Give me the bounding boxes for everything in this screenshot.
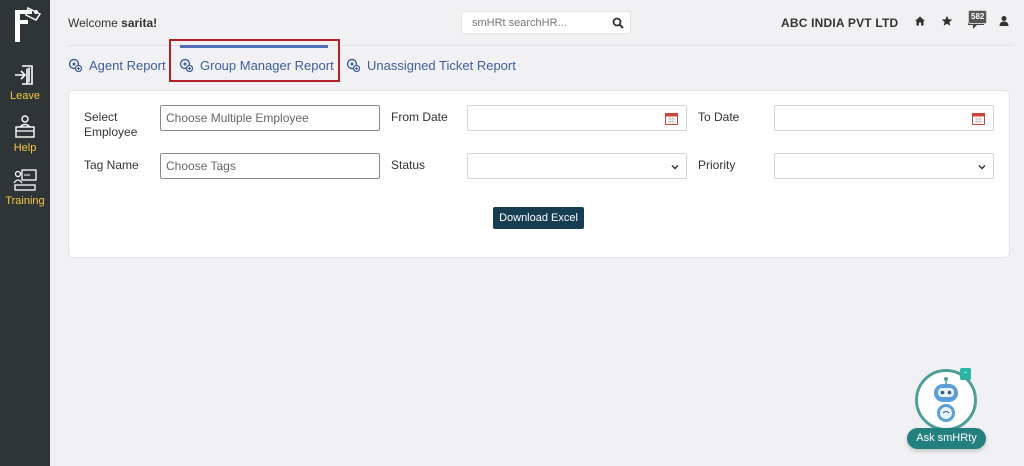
search-box	[461, 11, 631, 34]
select-employee-label: Select Employee	[84, 110, 138, 139]
search-input[interactable]	[462, 12, 602, 33]
from-date-input[interactable]	[468, 106, 686, 130]
report-gear-icon	[68, 58, 83, 73]
chatbot-minimize-button[interactable]: -	[960, 368, 971, 380]
chevron-down-icon	[978, 164, 986, 170]
robot-icon	[934, 377, 958, 422]
tab-label: Unassigned Ticket Report	[367, 58, 516, 73]
sidebar-item-leave[interactable]: Leave	[0, 62, 50, 102]
sidebar-item-label: Help	[13, 142, 37, 154]
to-date-input[interactable]	[775, 106, 993, 130]
welcome-username: sarita!	[121, 16, 158, 30]
help-icon	[15, 115, 35, 138]
calendar-icon[interactable]	[972, 112, 985, 125]
welcome-prefix: Welcome	[68, 16, 122, 30]
calendar-icon[interactable]	[665, 112, 678, 125]
notifications-button[interactable]: 582	[966, 10, 988, 30]
search-icon[interactable]	[612, 17, 624, 29]
employee-input[interactable]	[161, 106, 379, 130]
priority-select[interactable]	[774, 153, 994, 179]
tags-input[interactable]	[161, 154, 379, 178]
home-icon[interactable]	[914, 15, 926, 27]
tags-multiselect[interactable]	[160, 153, 380, 179]
tag-name-label: Tag Name	[84, 158, 139, 172]
highlight-box	[169, 39, 340, 82]
tab-label: Agent Report	[89, 58, 166, 73]
from-date-label: From Date	[391, 110, 448, 124]
leave-icon	[15, 65, 33, 85]
sidebar-item-training[interactable]: Training	[0, 167, 50, 207]
welcome-message: Welcome sarita!	[68, 16, 157, 30]
app-logo-icon[interactable]	[8, 6, 44, 46]
status-select[interactable]	[467, 153, 687, 179]
training-icon	[13, 169, 37, 191]
sidebar-item-help[interactable]: Help	[0, 114, 50, 154]
company-name: ABC INDIA PVT LTD	[781, 16, 899, 30]
from-date-field[interactable]	[467, 105, 687, 131]
filter-card: Select Employee From Date To Date Tag Na…	[68, 90, 1010, 258]
sidebar: Leave Help Training	[0, 0, 50, 466]
user-icon[interactable]	[998, 15, 1010, 27]
status-label: Status	[391, 158, 426, 172]
employee-multiselect[interactable]	[160, 105, 380, 131]
report-gear-icon	[346, 58, 361, 73]
star-icon[interactable]	[941, 15, 953, 27]
download-excel-button[interactable]: Download Excel	[493, 207, 584, 229]
to-date-field[interactable]	[774, 105, 994, 131]
ask-chatbot-button[interactable]: Ask smHRty	[907, 428, 986, 449]
sidebar-item-label: Training	[5, 195, 45, 207]
priority-label: Priority	[698, 158, 736, 172]
sidebar-item-label: Leave	[10, 90, 40, 102]
notification-count-badge: 582	[968, 10, 988, 24]
to-date-label: To Date	[698, 110, 740, 124]
chevron-down-icon	[671, 164, 679, 170]
